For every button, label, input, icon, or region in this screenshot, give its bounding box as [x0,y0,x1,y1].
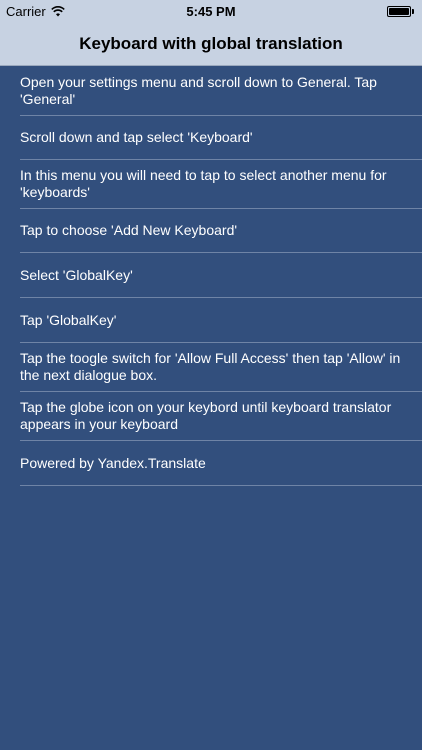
powered-by-label: Powered by Yandex.Translate [20,454,206,471]
list-item-step-4[interactable]: Tap to choose 'Add New Keyboard' [20,209,422,253]
list-item-text: Tap the globe icon on your keybord until… [20,399,392,432]
list-item-text: Scroll down and tap select 'Keyboard' [20,129,253,145]
list-item-powered-by[interactable]: Powered by Yandex.Translate [20,441,422,486]
status-bar: Carrier 5:45 PM [0,0,422,22]
status-right [387,5,414,17]
list-item-text: Tap the toogle switch for 'Allow Full Ac… [20,350,401,383]
list-item-text: Select 'GlobalKey' [20,266,133,283]
page-title: Keyboard with global translation [79,33,343,53]
list-item-step-3[interactable]: In this menu you will need to tap to sel… [20,160,422,209]
list-item-text: Tap to choose 'Add New Keyboard' [20,222,238,238]
list-item-step-2[interactable]: Scroll down and tap select 'Keyboard' [20,116,422,160]
list-item-step-8[interactable]: Tap the globe icon on your keybord until… [20,392,422,441]
navigation-bar: Keyboard with global translation [0,22,422,66]
status-time: 5:45 PM [186,3,236,19]
list-item-text: In this menu you will need to tap to sel… [20,167,387,200]
list-item-step-5[interactable]: Select 'GlobalKey' [20,253,422,298]
list-item-text: Tap 'GlobalKey' [20,311,117,328]
list-item-step-6[interactable]: Tap 'GlobalKey' [20,298,422,343]
list-item-step-1[interactable]: Open your settings menu and scroll down … [20,66,422,116]
battery-nub [412,8,414,14]
list-item-step-7[interactable]: Tap the toogle switch for 'Allow Full Ac… [20,343,422,392]
battery-icon [387,5,411,17]
instruction-list: Open your settings menu and scroll down … [0,66,422,486]
list-item-text: Open your settings menu and scroll down … [20,73,377,107]
